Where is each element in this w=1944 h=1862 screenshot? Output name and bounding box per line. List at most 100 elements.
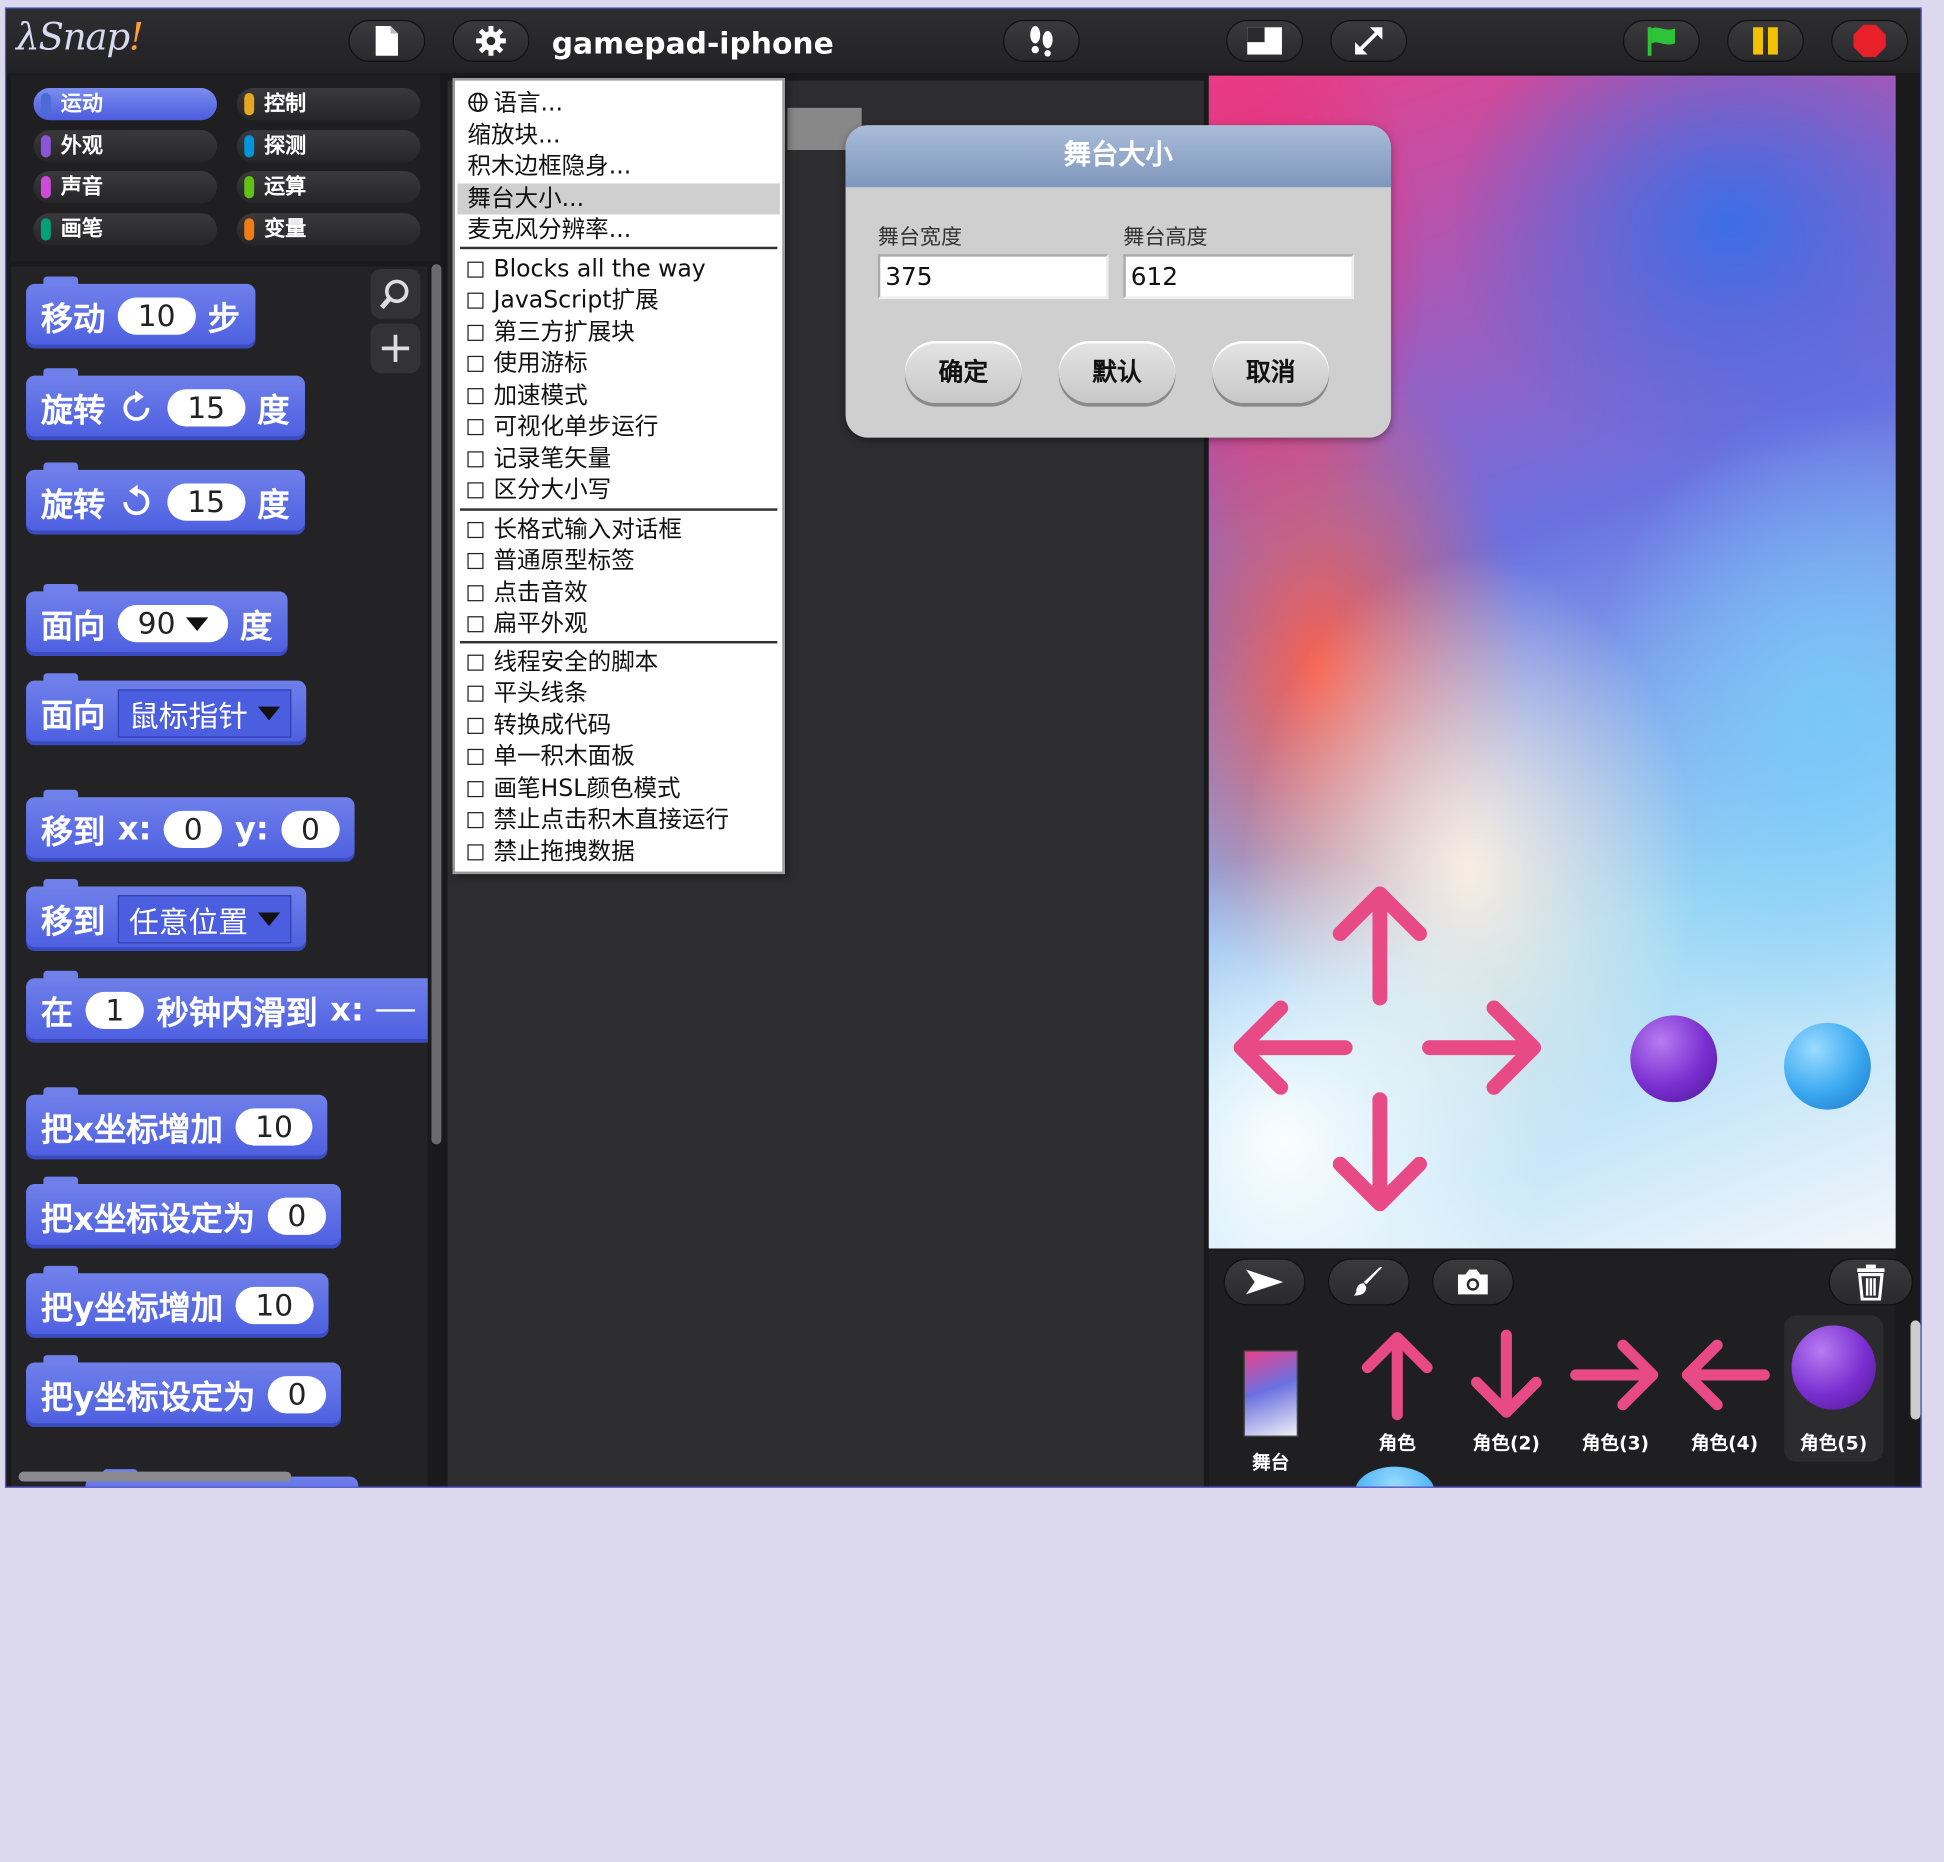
menu-item-option[interactable]: Blocks all the way: [467, 254, 706, 285]
point-towards-block[interactable]: 面向 鼠标指针: [26, 673, 307, 746]
menu-item-option[interactable]: 禁止点击积木直接运行: [467, 805, 729, 836]
go-to-block[interactable]: 移到 任意位置: [26, 879, 307, 951]
snap-logo[interactable]: λSnap!: [16, 16, 144, 59]
palette-scrollbar[interactable]: [431, 264, 442, 1145]
menu-item-option[interactable]: 使用游标: [467, 348, 588, 379]
sprite-thumbnail[interactable]: 角色(2): [1457, 1325, 1556, 1454]
change-x-block[interactable]: 把x坐标增加 10: [26, 1087, 328, 1160]
menu-item-zoom-blocks[interactable]: 缩放块...: [467, 120, 560, 151]
purple-ball-sprite[interactable]: [1630, 1015, 1718, 1103]
menu-item-fade-blocks[interactable]: 积木边框隐身...: [467, 151, 631, 182]
stage-width-input[interactable]: 375: [877, 254, 1109, 299]
category-motion[interactable]: 运动: [33, 88, 217, 121]
stage-height-input[interactable]: 612: [1123, 254, 1354, 299]
dialog-title[interactable]: 舞台大小: [845, 125, 1392, 188]
menu-item-stage-size[interactable]: 舞台大小...: [457, 183, 780, 215]
menu-item-option[interactable]: 长格式输入对话框: [467, 515, 682, 546]
category-pen[interactable]: 画笔: [33, 213, 217, 246]
menu-item-option[interactable]: 可视化单步运行: [467, 412, 658, 443]
paint-new-sprite-button[interactable]: [1327, 1258, 1410, 1306]
sprite-thumbnail[interactable]: 角色: [1348, 1325, 1447, 1454]
up-arrow-sprite[interactable]: [1330, 886, 1429, 1006]
left-arrow-sprite[interactable]: [1233, 998, 1353, 1097]
category-sensing[interactable]: 探测: [236, 130, 421, 163]
change-y-input[interactable]: 10: [235, 1286, 314, 1325]
move-steps-input[interactable]: 10: [117, 297, 196, 335]
menu-item-option[interactable]: 区分大小写: [467, 475, 611, 506]
go-to-xy-block[interactable]: 移到 x: 0 y: 0: [26, 789, 355, 862]
category-sound[interactable]: 声音: [33, 171, 217, 204]
visible-stepping-button[interactable]: [1002, 19, 1080, 62]
change-y-block[interactable]: 把y坐标增加 10: [26, 1265, 328, 1338]
menu-item-option[interactable]: 加速模式: [467, 381, 588, 412]
set-x-input[interactable]: 0: [267, 1197, 327, 1235]
menu-item-option[interactable]: 单一积木面板: [467, 741, 635, 772]
go-to-dropdown[interactable]: 任意位置: [117, 894, 292, 943]
down-arrow-sprite[interactable]: [1330, 1092, 1429, 1212]
category-control[interactable]: 控制: [236, 88, 421, 121]
menu-item-language[interactable]: 语言...: [467, 88, 563, 119]
menu-item-option[interactable]: 画笔HSL颜色模式: [467, 774, 681, 805]
trash-button[interactable]: [1828, 1258, 1914, 1306]
menu-item-option[interactable]: 记录笔矢量: [467, 444, 611, 475]
zoom-plus-icon: [381, 334, 410, 363]
set-y-block[interactable]: 把y坐标设定为 0: [26, 1355, 342, 1428]
glide-block[interactable]: 在 1 秒钟内滑到 x:: [26, 970, 428, 1043]
turn-ccw-degrees-input[interactable]: 15: [167, 483, 245, 521]
menu-item-option[interactable]: 点击音效: [467, 578, 588, 609]
file-button[interactable]: [348, 19, 426, 62]
menu-item-option[interactable]: 平头线条: [467, 678, 588, 709]
stage-size-button[interactable]: [1226, 19, 1304, 62]
menu-item-option[interactable]: JavaScript扩展: [467, 285, 659, 316]
stage-height-label: 舞台高度: [1123, 225, 1208, 251]
sprite-thumbnail-selected[interactable]: 角色(5): [1784, 1315, 1884, 1462]
make-block-button[interactable]: [370, 323, 421, 374]
corral-scrollbar[interactable]: [1910, 1320, 1921, 1420]
menu-item-option[interactable]: 转换成代码: [467, 710, 611, 741]
ok-button[interactable]: 确定: [905, 340, 1022, 403]
menu-item-option[interactable]: 线程安全的脚本: [467, 647, 658, 678]
default-button[interactable]: 默认: [1058, 340, 1176, 403]
point-towards-dropdown[interactable]: 鼠标指针: [117, 688, 292, 738]
menu-item-option[interactable]: 普通原型标签: [467, 546, 635, 577]
set-x-block[interactable]: 把x坐标设定为 0: [26, 1176, 342, 1249]
fullscreen-button[interactable]: [1330, 19, 1408, 62]
sprite-thumbnail[interactable]: 角色(3): [1566, 1325, 1665, 1454]
add-turtle-sprite-button[interactable]: [1223, 1258, 1306, 1306]
stop-button[interactable]: [1831, 19, 1909, 62]
blue-ball-sprite[interactable]: [1784, 1022, 1871, 1110]
point-in-direction-block[interactable]: 面向 90 度: [26, 583, 288, 656]
change-x-input[interactable]: 10: [235, 1108, 313, 1146]
checkbox: [467, 552, 484, 570]
turn-cw-degrees-input[interactable]: 15: [167, 389, 245, 427]
search-blocks-button[interactable]: [370, 269, 421, 319]
category-variables[interactable]: 变量: [236, 213, 421, 246]
menu-item-option[interactable]: 扁平外观: [467, 609, 588, 640]
turn-counterclockwise-block[interactable]: 旋转 15 度: [26, 462, 305, 535]
menu-item-option[interactable]: 禁止拖拽数据: [467, 837, 635, 868]
pause-button[interactable]: [1727, 19, 1804, 62]
goto-y-input[interactable]: 0: [281, 810, 340, 849]
stop-icon: [1853, 24, 1886, 58]
goto-x-input[interactable]: 0: [163, 810, 223, 849]
set-y-input[interactable]: 0: [267, 1376, 327, 1414]
menu-item-option[interactable]: 第三方扩展块: [467, 317, 635, 348]
camera-sprite-button[interactable]: [1431, 1258, 1514, 1306]
glide-seconds-input[interactable]: 1: [85, 991, 145, 1030]
category-operators[interactable]: 运算: [236, 171, 421, 204]
footprints-icon: [1030, 26, 1053, 57]
settings-button[interactable]: [452, 19, 530, 62]
category-looks[interactable]: 外观: [33, 130, 217, 163]
search-icon: [379, 279, 409, 310]
palette-horizontal-scrollbar[interactable]: [18, 1471, 292, 1482]
turn-clockwise-block[interactable]: 旋转 15 度: [26, 368, 305, 441]
right-arrow-sprite[interactable]: [1422, 998, 1542, 1097]
move-block[interactable]: 移动 10 步: [26, 276, 255, 349]
blue-ball-thumbnail-partial[interactable]: [1355, 1466, 1435, 1487]
menu-item-mic-resolution[interactable]: 麦克风分辨率...: [467, 214, 631, 245]
glide-x-input[interactable]: [376, 1009, 416, 1012]
direction-input[interactable]: 90: [117, 605, 228, 643]
sprite-thumbnail[interactable]: 角色(4): [1675, 1325, 1774, 1454]
green-flag-button[interactable]: [1622, 19, 1700, 62]
cancel-button[interactable]: 取消: [1212, 340, 1330, 403]
